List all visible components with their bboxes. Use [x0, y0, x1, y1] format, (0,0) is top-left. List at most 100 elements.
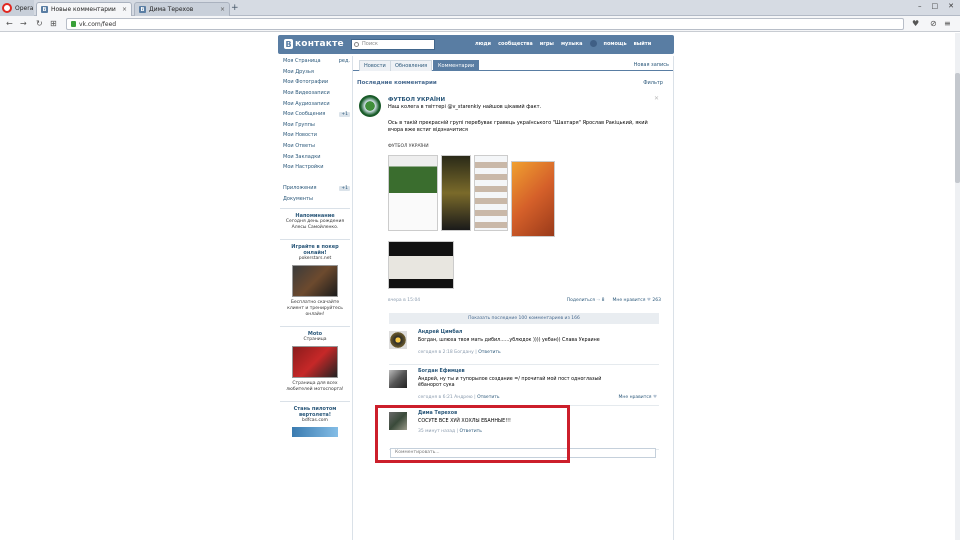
close-tab-icon[interactable]: × [220, 6, 225, 13]
ad-poker[interactable]: Играйте в покер онлайн! pokerstars.net Б… [280, 239, 350, 322]
scrollbar-thumb[interactable] [955, 73, 960, 183]
maximize-icon[interactable]: □ [932, 2, 939, 10]
comment-like[interactable]: Мне нравится ♥ [619, 395, 657, 400]
minimize-icon[interactable]: – [918, 2, 922, 10]
menu-label: Мои Настройки [283, 164, 324, 171]
close-window-icon[interactable]: ✕ [948, 2, 954, 10]
comment-time[interactable]: сегодня в 6:21 Андрею [418, 395, 473, 400]
share-button[interactable]: Поделиться ⇢ 8 [567, 298, 605, 303]
ad-title[interactable]: Играйте в покер онлайн! [282, 244, 348, 256]
menu-my-bookmarks[interactable]: Мои Закладки [280, 151, 350, 162]
downloads-icon[interactable]: ⊘ [930, 19, 937, 29]
tab-title: Дима Терехов [149, 6, 194, 13]
comment-time[interactable]: сегодня в 2:18 Богдану [418, 350, 474, 355]
post-date[interactable]: вчера в 15:04 [388, 298, 420, 303]
page-scrollbar[interactable] [955, 33, 960, 540]
tab-new-comments[interactable]: B Новые комментарии × [36, 2, 132, 16]
messages-badge: +1 [339, 111, 350, 117]
comment-avatar[interactable] [389, 370, 407, 388]
post-photo[interactable] [388, 241, 454, 289]
menu-label: Мои Фотографии [283, 79, 329, 86]
tab-comments[interactable]: Комментарии [433, 60, 480, 71]
vk-favicon-icon: B [139, 6, 146, 13]
menu-my-settings[interactable]: Мои Настройки [280, 162, 350, 173]
tab-news[interactable]: Новости [359, 60, 391, 71]
post-actions: Поделиться ⇢ 8 Мне нравится ♥ 263 [567, 298, 661, 303]
speed-dial-icon[interactable]: ⊞ [50, 19, 57, 29]
new-post-link[interactable]: Новая запись [634, 62, 669, 68]
vk-search-input[interactable]: Поиск [351, 39, 435, 50]
menu-label: Документы [283, 196, 313, 203]
tab-title: Новые комментарии [51, 6, 116, 13]
reply-link[interactable]: Ответить [477, 395, 499, 400]
ad-image[interactable] [292, 265, 338, 298]
show-all-comments[interactable]: Показать последние 100 комментариев из 1… [389, 313, 659, 324]
reply-link[interactable]: Ответить [478, 350, 500, 355]
ad-site: bdfcas.com [302, 418, 328, 424]
menu-my-news[interactable]: Мои Новости [280, 130, 350, 141]
nav-music[interactable]: музыка [561, 41, 583, 47]
opera-menu-label: Opera [15, 4, 34, 12]
ad-image[interactable] [292, 427, 338, 438]
nav-communities[interactable]: сообщества [498, 41, 533, 47]
left-sidebar: Моя Страница ред. Мои Друзья Мои Фотограф… [280, 56, 350, 540]
like-label: Мне нравится [612, 298, 646, 303]
opera-menu-button[interactable]: Opera [0, 0, 34, 16]
menu-icon[interactable]: ≡ [944, 19, 951, 29]
post-photo[interactable] [388, 155, 438, 231]
menu-my-page[interactable]: Моя Страница ред. [280, 56, 350, 67]
ad-image[interactable] [292, 346, 338, 379]
like-button[interactable]: Мне нравится ♥ 263 [613, 298, 661, 303]
close-icon[interactable]: ✕ [654, 95, 659, 102]
window-controls: – □ ✕ [918, 2, 954, 10]
ad-title[interactable]: Стань пилотом вертолета! [282, 406, 348, 418]
comment-author[interactable]: Андрей Цимбал [418, 330, 462, 335]
menu-my-videos[interactable]: Мои Видеозаписи [280, 88, 350, 99]
new-tab-button[interactable]: + [231, 3, 239, 13]
close-tab-icon[interactable]: × [122, 6, 127, 13]
menu-apps[interactable]: Приложения +1 [280, 183, 350, 194]
tab-dima-terekhov[interactable]: B Дима Терехов × [134, 2, 230, 16]
menu-my-photos[interactable]: Мои Фотографии [280, 77, 350, 88]
ad-moto[interactable]: Moto Страница Страница для всех любителе… [280, 326, 350, 397]
menu-my-answers[interactable]: Мои Ответы [280, 141, 350, 152]
nav-help[interactable]: помощь [604, 41, 627, 47]
browser-tab-bar: Opera B Новые комментарии × B Дима Терех… [0, 0, 960, 16]
post-author[interactable]: ФУТБОЛ УКРАЇНИ [388, 97, 445, 103]
comment-author[interactable]: Богдан Ефимцев [418, 369, 465, 374]
ad-text: Бесплатно скачайте клиент и тренируйтесь… [287, 300, 343, 318]
comment-avatar[interactable] [389, 331, 407, 349]
nav-logout[interactable]: выйти [634, 41, 652, 47]
ad-site: pokerstars.net [298, 256, 332, 262]
post-photo[interactable] [441, 155, 471, 231]
tab-updates[interactable]: Обновления [390, 60, 433, 71]
address-field[interactable]: vk.com/feed [66, 18, 904, 30]
reload-icon[interactable]: ↻ [36, 19, 43, 29]
back-icon[interactable]: ← [6, 19, 13, 29]
post-photo[interactable] [511, 161, 555, 237]
heart-icon[interactable]: ♥ [912, 19, 919, 29]
lock-icon [71, 21, 76, 27]
play-icon[interactable] [589, 40, 597, 47]
comment-item: Андрей Цимбал Богдан, шлюха твоя мать ди… [389, 329, 659, 365]
reminder-text[interactable]: Сегодня день рождения Алесы Самойленко. [282, 219, 348, 231]
ad-helicopter[interactable]: Стань пилотом вертолета! bdfcas.com [280, 401, 350, 444]
address-bar-row: ← → ↻ ⊞ vk.com/feed ♥ ⊘ ≡ [0, 16, 960, 32]
comment-text: Андрей, ну ты и тупорылое создание =/ пр… [418, 377, 602, 388]
nav-games[interactable]: игры [540, 41, 554, 47]
vk-logo[interactable]: B контакте [284, 39, 344, 49]
search-icon [354, 42, 359, 47]
heart-icon: ♥ [646, 298, 651, 303]
edit-link[interactable]: ред. [339, 58, 350, 64]
post-avatar[interactable] [359, 95, 381, 117]
menu-my-audio[interactable]: Мои Аудиозаписи [280, 98, 350, 109]
filter-link[interactable]: Фильтр [643, 80, 663, 86]
menu-documents[interactable]: Документы [280, 194, 350, 205]
menu-my-groups[interactable]: Мои Группы [280, 120, 350, 131]
like-count: 263 [652, 298, 661, 303]
post-photo[interactable] [474, 155, 508, 231]
forward-icon[interactable]: → [20, 19, 27, 29]
menu-my-friends[interactable]: Мои Друзья [280, 67, 350, 78]
nav-people[interactable]: люди [475, 41, 491, 47]
menu-my-messages[interactable]: Мои Сообщения +1 [280, 109, 350, 120]
